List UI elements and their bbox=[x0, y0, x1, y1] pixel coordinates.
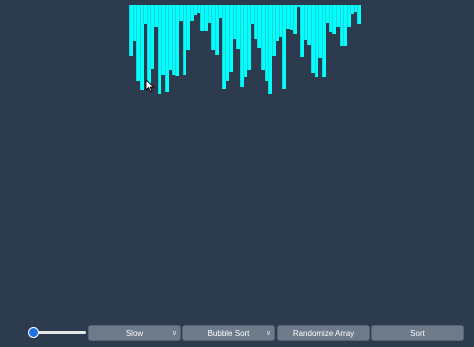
bar-array bbox=[129, 5, 362, 100]
mouse-pointer-icon bbox=[145, 79, 157, 93]
randomize-array-button[interactable]: Randomize Array bbox=[277, 325, 370, 341]
array-bar bbox=[293, 5, 298, 34]
speed-select-value: Slow bbox=[125, 329, 144, 338]
speed-slider[interactable] bbox=[28, 327, 86, 339]
sort-button[interactable]: Sort bbox=[371, 325, 464, 341]
array-bar bbox=[357, 5, 362, 24]
algorithm-select[interactable]: Bubble Sort ∨ bbox=[182, 325, 275, 341]
chevron-down-icon: ∨ bbox=[265, 330, 271, 337]
randomize-array-label: Randomize Array bbox=[292, 329, 355, 338]
algorithm-select-value: Bubble Sort bbox=[207, 329, 250, 338]
control-bar: Slow ∨ Bubble Sort ∨ Randomize Array Sor… bbox=[0, 325, 474, 341]
slider-thumb[interactable] bbox=[28, 327, 39, 338]
chevron-down-icon: ∨ bbox=[171, 330, 177, 337]
sort-label: Sort bbox=[410, 329, 425, 338]
speed-select[interactable]: Slow ∨ bbox=[88, 325, 181, 341]
